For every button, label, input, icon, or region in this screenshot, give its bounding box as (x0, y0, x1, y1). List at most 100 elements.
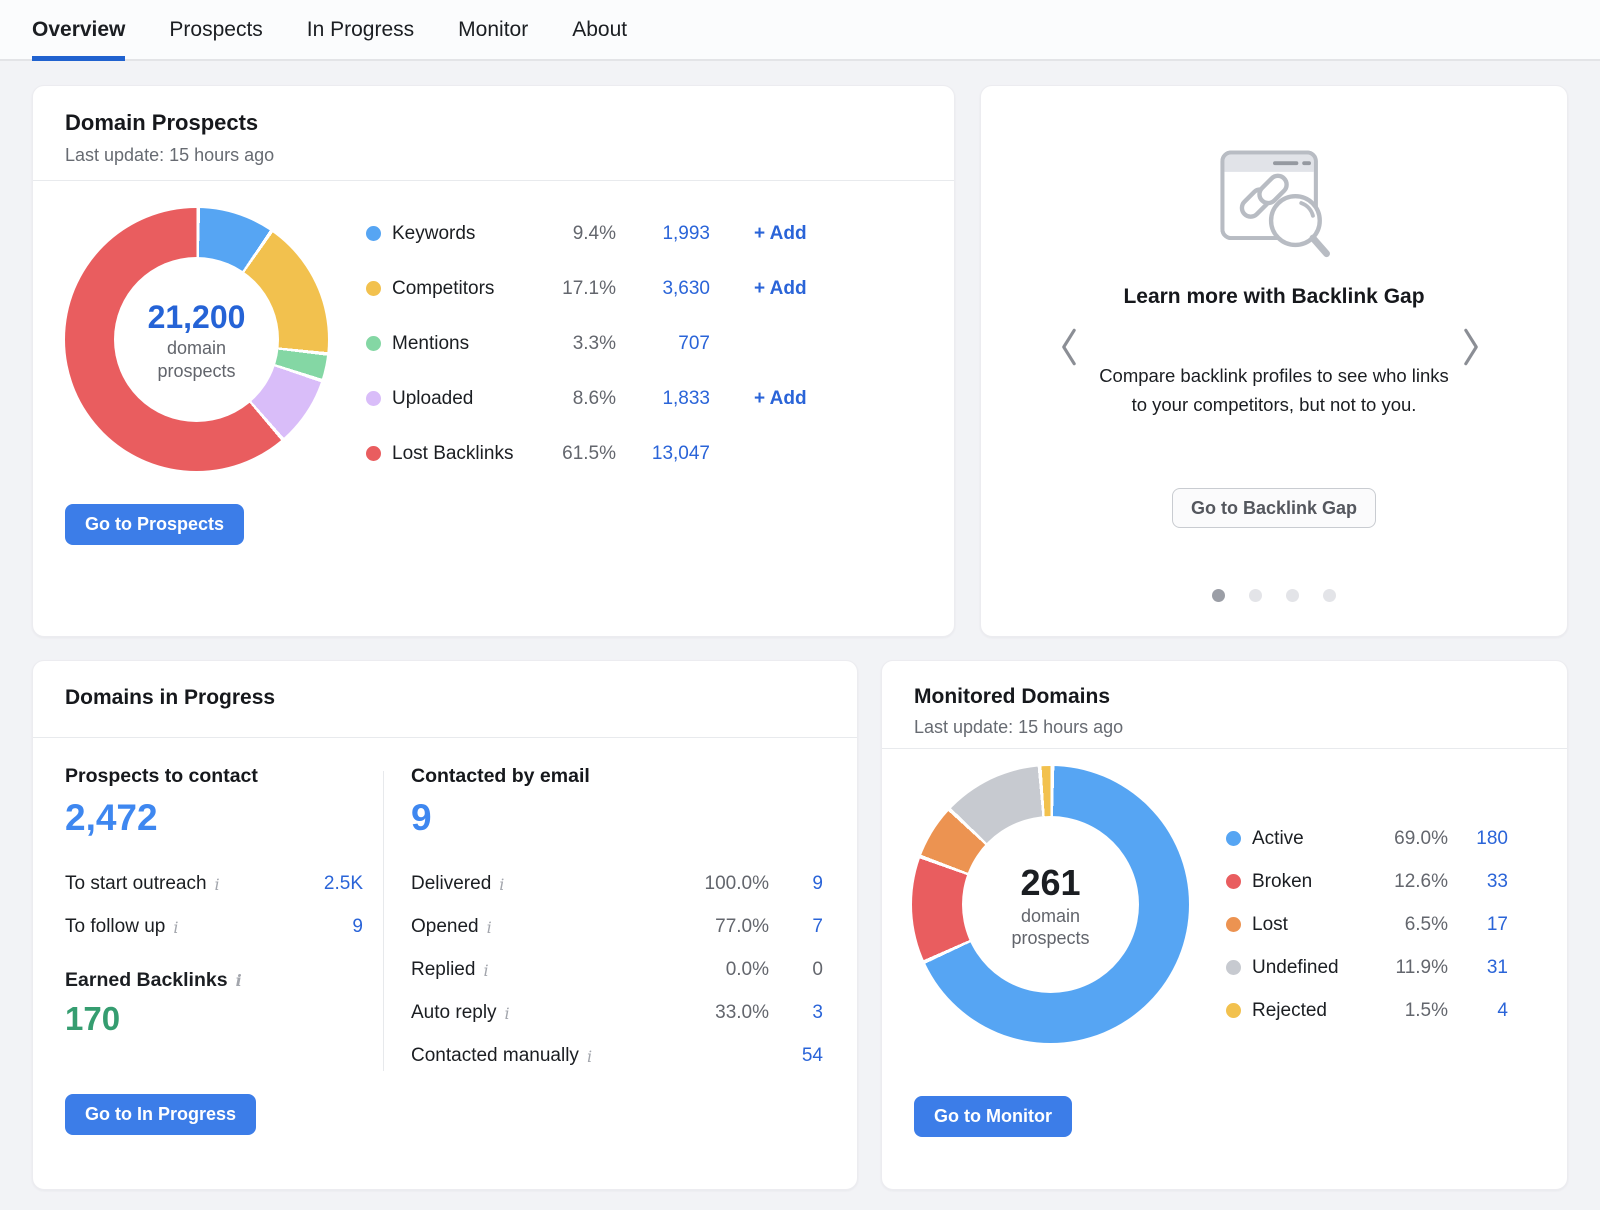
legend-value-link[interactable]: 13,047 (616, 443, 710, 465)
stat-percent: 33.0% (679, 1002, 769, 1024)
legend-percent: 6.5% (1368, 914, 1448, 936)
info-icon[interactable]: i (487, 918, 492, 937)
legend-value-link[interactable]: 17 (1448, 914, 1508, 936)
legend-percent: 3.3% (544, 333, 616, 355)
tab-prospects[interactable]: Prospects (169, 0, 262, 59)
prospects-to-contact-value: 2,472 (65, 798, 363, 839)
legend-value-link[interactable]: 4 (1448, 1000, 1508, 1022)
legend-percent: 17.1% (544, 278, 616, 300)
legend-value-link[interactable]: 180 (1448, 828, 1508, 850)
legend-color-dot (366, 391, 381, 406)
stat-label: Replied (411, 959, 475, 981)
stat-label: To start outreach (65, 873, 207, 895)
carousel-next-icon[interactable] (1457, 324, 1483, 370)
top-navigation: Overview Prospects In Progress Monitor A… (0, 0, 1600, 61)
legend-percent: 12.6% (1368, 871, 1448, 893)
info-icon[interactable]: i (505, 1004, 510, 1023)
donut-center-label: prospects (1011, 927, 1089, 950)
stat-percent: 100.0% (679, 873, 769, 895)
go-to-monitor-button[interactable]: Go to Monitor (914, 1096, 1072, 1137)
stat-value-link[interactable]: 3 (769, 1002, 823, 1024)
contacted-by-email-value: 9 (411, 798, 823, 839)
donut-center-label: domain (167, 337, 226, 360)
legend-color-dot (366, 226, 381, 241)
legend-value-link[interactable]: 31 (1448, 957, 1508, 979)
tab-in-progress[interactable]: In Progress (307, 0, 414, 59)
stat-value-link[interactable]: 54 (769, 1045, 823, 1067)
legend-percent: 69.0% (1368, 828, 1448, 850)
legend-value-link[interactable]: 3,630 (616, 278, 710, 300)
contacted-by-email-section: Contacted by email 9 Delivered i 100.0% … (411, 765, 823, 1078)
legend-value-link[interactable]: 33 (1448, 871, 1508, 893)
stat-label: Auto reply (411, 1002, 497, 1024)
stat-value-link[interactable]: 2.5K (293, 873, 363, 895)
add-uploaded-link[interactable]: + Add (754, 388, 836, 410)
info-icon[interactable]: i (483, 961, 488, 980)
legend-color-dot (366, 281, 381, 296)
tab-monitor[interactable]: Monitor (458, 0, 528, 59)
domains-in-progress-header: Domains in Progress (33, 661, 857, 738)
section-heading: Prospects to contact (65, 765, 363, 788)
monitored-domains-header: Monitored Domains Last update: 15 hours … (882, 661, 1567, 749)
info-icon[interactable]: i (587, 1047, 592, 1066)
legend-color-dot (1226, 960, 1241, 975)
stat-label: To follow up (65, 916, 165, 938)
legend-color-dot (366, 446, 381, 461)
go-to-backlink-gap-button[interactable]: Go to Backlink Gap (1172, 488, 1376, 528)
add-keywords-link[interactable]: + Add (754, 223, 836, 245)
legend-row: Uploaded 8.6% 1,833 + Add (366, 371, 836, 426)
stat-value-link[interactable]: 9 (769, 873, 823, 895)
stat-value-link[interactable]: 7 (769, 916, 823, 938)
add-competitors-link[interactable]: + Add (754, 278, 836, 300)
legend-value-link[interactable]: 1,993 (616, 223, 710, 245)
backlink-gap-illustration-icon (1201, 146, 1347, 269)
info-icon[interactable]: i (499, 875, 504, 894)
column-divider (383, 771, 384, 1071)
legend-label: Undefined (1252, 957, 1368, 979)
carousel-dot-4[interactable] (1323, 589, 1336, 602)
legend-percent: 8.6% (544, 388, 616, 410)
legend-value-link[interactable]: 707 (616, 333, 710, 355)
legend-color-dot (366, 336, 381, 351)
last-update-text: Last update: 15 hours ago (914, 717, 1535, 738)
legend-label: Competitors (392, 278, 544, 300)
domain-prospects-legend: Keywords 9.4% 1,993 + Add Competitors 17… (366, 206, 836, 481)
carousel-dot-3[interactable] (1286, 589, 1299, 602)
tab-overview[interactable]: Overview (32, 0, 125, 59)
info-icon[interactable]: i (236, 971, 242, 990)
legend-row: Broken 12.6% 33 (1226, 860, 1508, 903)
info-icon[interactable]: i (173, 918, 178, 937)
go-to-in-progress-button[interactable]: Go to In Progress (65, 1094, 256, 1135)
legend-color-dot (1226, 1003, 1241, 1018)
stat-row: Replied i 0.0% 0 (411, 949, 823, 992)
stat-percent: 77.0% (679, 916, 769, 938)
donut-center-label: domain (1021, 905, 1080, 928)
domain-prospects-donut-chart: 21,200 domain prospects (65, 208, 328, 471)
stat-row: To start outreach i 2.5K (65, 863, 363, 906)
info-icon[interactable]: i (215, 875, 220, 894)
legend-row: Keywords 9.4% 1,993 + Add (366, 206, 836, 261)
legend-color-dot (1226, 831, 1241, 846)
legend-percent: 9.4% (544, 223, 616, 245)
legend-percent: 1.5% (1368, 1000, 1448, 1022)
carousel-previous-icon[interactable] (1057, 324, 1083, 370)
donut-center-label: prospects (157, 360, 235, 383)
legend-row: Lost 6.5% 17 (1226, 903, 1508, 946)
stat-label: Opened (411, 916, 479, 938)
legend-row: Undefined 11.9% 31 (1226, 946, 1508, 989)
earned-backlinks-label: Earned Backlinks (65, 969, 228, 992)
stat-value-link[interactable]: 9 (293, 916, 363, 938)
tab-about[interactable]: About (572, 0, 627, 59)
donut-center-value: 21,200 (148, 297, 246, 337)
go-to-prospects-button[interactable]: Go to Prospects (65, 504, 244, 545)
stat-label: Contacted manually (411, 1045, 579, 1067)
legend-label: Rejected (1252, 1000, 1368, 1022)
carousel-dot-2[interactable] (1249, 589, 1262, 602)
section-heading: Contacted by email (411, 765, 823, 788)
promo-description: Compare backlink profiles to see who lin… (1098, 362, 1450, 419)
monitored-domains-donut-chart: 261 domain prospects (912, 766, 1189, 1043)
legend-percent: 11.9% (1368, 957, 1448, 979)
legend-value-link[interactable]: 1,833 (616, 388, 710, 410)
domain-prospects-header: Domain Prospects Last update: 15 hours a… (33, 86, 954, 181)
carousel-dot-1[interactable] (1212, 589, 1225, 602)
